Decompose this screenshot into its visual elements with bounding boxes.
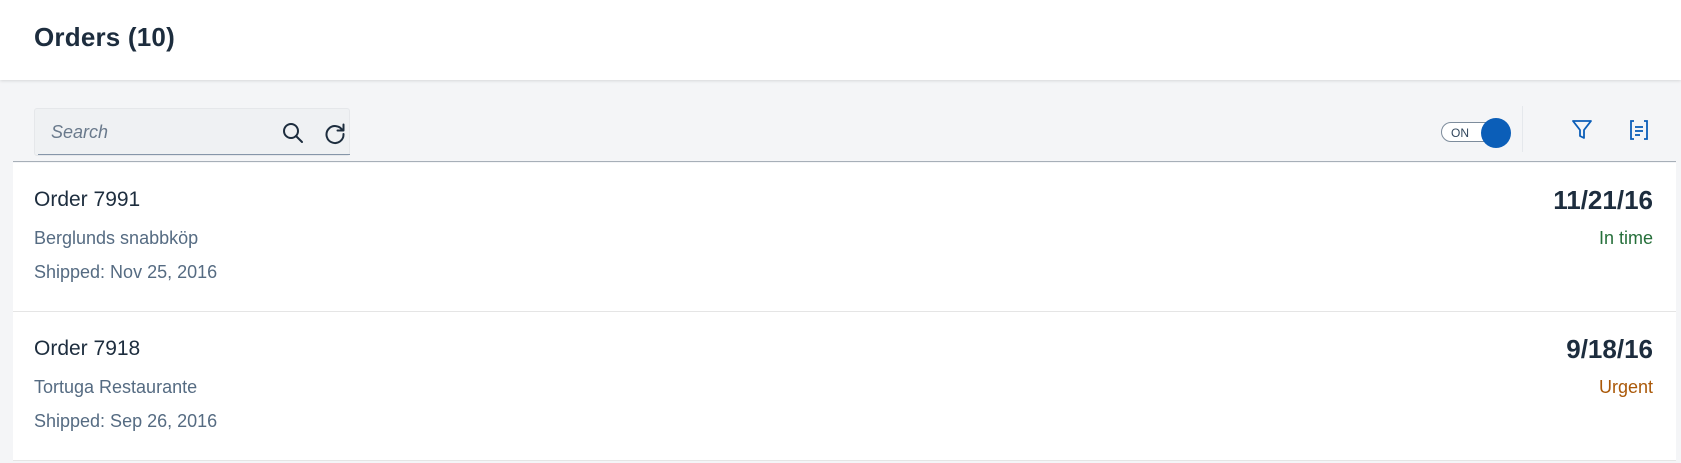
- orders-list: Order 7991 Berglunds snabbköp Shipped: N…: [13, 163, 1676, 461]
- toggle-switch[interactable]: ON: [1439, 118, 1511, 148]
- order-status: Urgent: [1598, 377, 1653, 397]
- page-title: Orders (10): [34, 22, 175, 52]
- list-item[interactable]: Order 7918 Tortuga Restaurante Shipped: …: [13, 312, 1676, 461]
- switch-label: ON: [1451, 126, 1469, 140]
- list-item[interactable]: Order 7991 Berglunds snabbköp Shipped: N…: [13, 163, 1676, 312]
- order-customer: Tortuga Restaurante: [34, 377, 198, 397]
- order-shipped-date: Shipped: Nov 25, 2016: [34, 262, 218, 282]
- search-icon[interactable]: [276, 116, 310, 150]
- order-customer: Berglunds snabbköp: [34, 228, 199, 248]
- refresh-icon[interactable]: [318, 116, 352, 150]
- toolbar-separator: [1522, 106, 1523, 152]
- order-status: In time: [1598, 228, 1653, 248]
- order-title: Order 7918: [34, 337, 141, 360]
- search-field[interactable]: [34, 108, 350, 156]
- order-title: Order 7991: [34, 188, 141, 211]
- order-date: 11/21/16: [1553, 185, 1653, 215]
- search-underline: [38, 154, 350, 155]
- view-settings-icon[interactable]: [1622, 113, 1656, 147]
- search-input[interactable]: [37, 113, 275, 151]
- list-toolbar: ON: [13, 98, 1676, 162]
- page-header: Orders (10): [0, 0, 1681, 80]
- order-date: 9/18/16: [1566, 334, 1653, 364]
- filter-icon[interactable]: [1565, 113, 1599, 147]
- order-shipped-date: Shipped: Sep 26, 2016: [34, 411, 218, 431]
- switch-knob[interactable]: [1481, 118, 1511, 148]
